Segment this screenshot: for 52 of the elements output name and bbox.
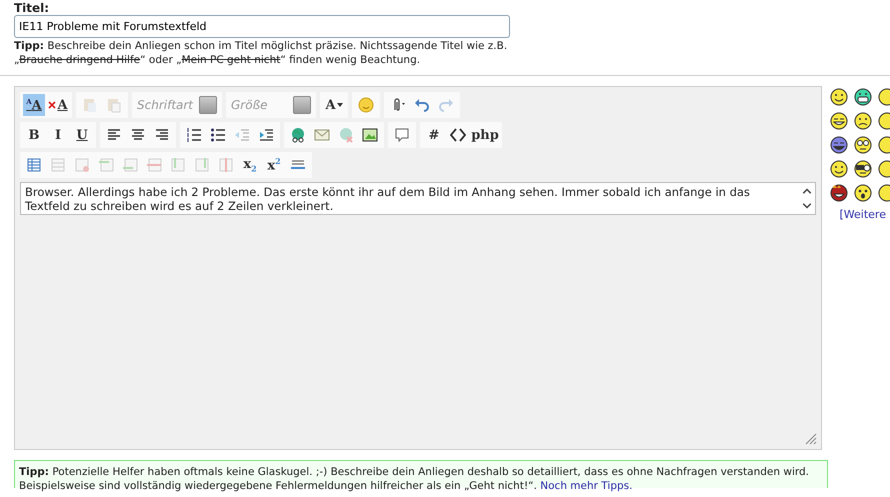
more-smileys-link[interactable]: [Weitere bbox=[839, 208, 886, 221]
table-icon bbox=[74, 157, 90, 173]
smiley-icon[interactable] bbox=[854, 136, 872, 154]
globe-unlink-icon bbox=[338, 127, 354, 143]
cross-icon bbox=[48, 101, 56, 109]
smiley-icon[interactable] bbox=[830, 160, 848, 178]
toolbar-button[interactable]: A bbox=[47, 94, 69, 116]
smiley-icon[interactable] bbox=[854, 184, 872, 202]
smiley-icon bbox=[358, 97, 374, 113]
table-row-icon bbox=[122, 157, 138, 173]
undo-icon bbox=[414, 97, 430, 113]
envelope-icon bbox=[314, 127, 330, 143]
caret-icon bbox=[336, 103, 343, 107]
toolbar-button[interactable]: x$_{2}$ bbox=[239, 154, 261, 176]
redo-icon bbox=[438, 97, 454, 113]
code-icon bbox=[450, 127, 466, 143]
toolbar-button[interactable]: # bbox=[423, 124, 445, 146]
clipboard-icon bbox=[82, 97, 98, 113]
globe-link-icon bbox=[290, 127, 306, 143]
toolbar-button[interactable]: $^{A}$A bbox=[23, 94, 45, 116]
speech-bubble-icon bbox=[394, 127, 410, 143]
title-tip: Tipp: Beschreibe dein Anliegen schon im Titel möglichst präzise. Nichtssagende Titel wie z.B. „Brauche dringend Hilfe“ oder „Mein PC geht nicht“ finden wenig Beachtung. bbox=[14, 39, 508, 67]
toolbar-button[interactable]: x$^{2}$ bbox=[263, 154, 285, 176]
message-text: Browser. Allerdings habe ich 2 Probleme. Das erste könnt ihr auf dem Bild im Anhang sehen. Immer sobald ich anfange in das Textfeld zu schreiben wird es auf 2 Zeilen verkleinert. bbox=[24, 184, 751, 214]
smiley-icon[interactable] bbox=[830, 136, 848, 154]
smiley-icon[interactable] bbox=[830, 184, 848, 202]
table-icon bbox=[50, 157, 66, 173]
table-row-icon bbox=[98, 157, 114, 173]
table-icon bbox=[26, 157, 42, 173]
smiley-icon[interactable] bbox=[854, 88, 872, 106]
toolbar-button[interactable]: php bbox=[474, 124, 496, 146]
table-row-icon bbox=[146, 157, 162, 173]
toolbar-button[interactable]: B bbox=[23, 124, 45, 146]
table-column-icon bbox=[194, 157, 210, 173]
field-label: Titel: bbox=[14, 1, 50, 15]
smiley-icon[interactable] bbox=[854, 160, 872, 178]
message-textarea[interactable]: Browser. Allerdings habe ich 2 Probleme. Das erste könnt ihr auf dem Bild im Anhang sehen. Immer sobald ich anfange in das Textfeld zu schreiben wird es auf 2 Zeilen verkleinert. bbox=[20, 182, 816, 215]
title-field[interactable]: IE11 Probleme mit Forumstextfeld bbox=[14, 15, 510, 38]
smiley-icon[interactable] bbox=[830, 112, 848, 130]
toolbar-button[interactable]: A bbox=[323, 94, 345, 116]
smiley-icon[interactable] bbox=[854, 112, 872, 130]
table-column-icon bbox=[218, 157, 234, 173]
toolbar-button[interactable]: I bbox=[47, 124, 69, 146]
outdent-icon bbox=[234, 127, 250, 143]
indent-icon bbox=[258, 127, 274, 143]
clipboard-icon bbox=[106, 97, 122, 113]
smiley-icon[interactable] bbox=[830, 88, 848, 106]
numbered-list-icon bbox=[186, 127, 202, 143]
bullet-list-icon bbox=[210, 127, 226, 143]
table-column-icon bbox=[170, 157, 186, 173]
toolbar-button[interactable]: U bbox=[71, 124, 93, 146]
picture-icon bbox=[362, 127, 378, 143]
